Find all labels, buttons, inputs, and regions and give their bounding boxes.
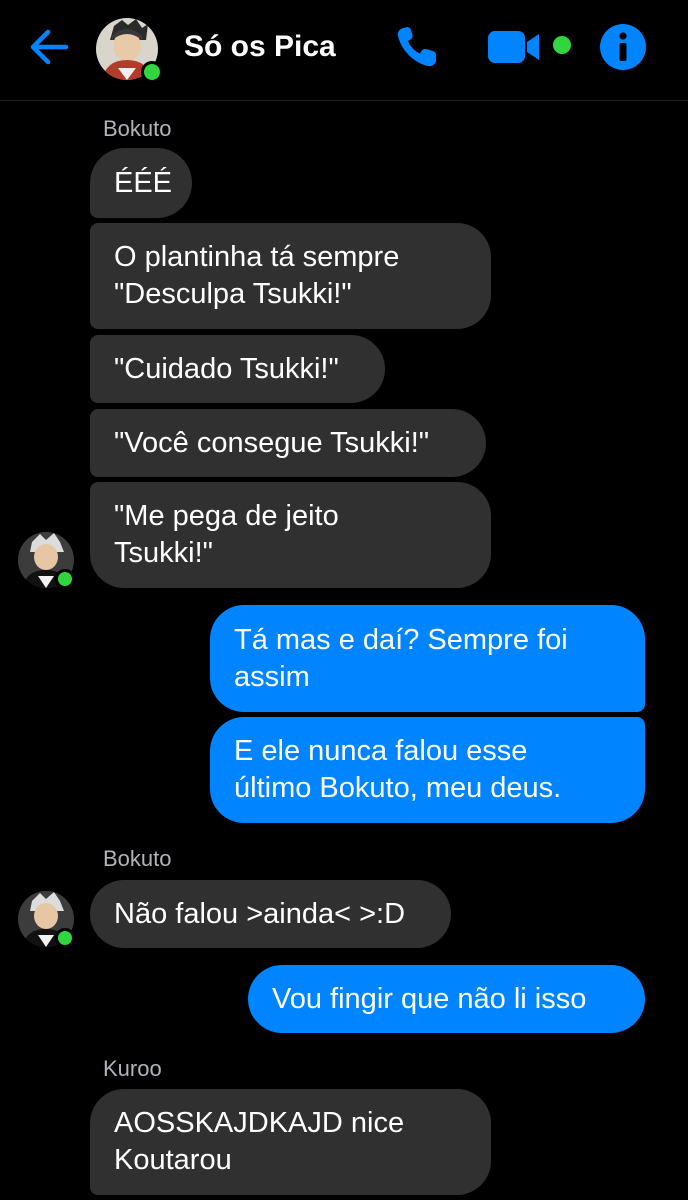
sender-avatar[interactable]: [18, 891, 75, 948]
sender-name: Kuroo: [103, 1056, 162, 1081]
online-status-dot: [141, 61, 163, 83]
message-bubble[interactable]: O plantinha tá sempre "Desculpa Tsukki!": [90, 223, 491, 329]
info-icon[interactable]: [597, 21, 649, 73]
message-bubble[interactable]: ÉÉÉ: [90, 148, 192, 218]
sender-name: Bokuto: [103, 116, 172, 141]
message-bubble[interactable]: "Me pega de jeito Tsukki!": [90, 482, 491, 588]
group-avatar[interactable]: [96, 18, 163, 83]
video-online-dot: [553, 36, 571, 54]
online-status-dot: [55, 928, 75, 948]
sender-avatar[interactable]: [18, 532, 75, 589]
message-bubble[interactable]: Não falou >ainda< >:D: [90, 880, 451, 948]
sender-name: Bokuto: [103, 846, 172, 871]
message-bubble[interactable]: Vou fingir que não li isso: [248, 965, 645, 1033]
online-status-dot: [55, 569, 75, 589]
message-bubble[interactable]: "Você consegue Tsukki!": [90, 409, 486, 477]
back-arrow-icon[interactable]: [24, 22, 74, 72]
message-bubble[interactable]: Tá mas e daí? Sempre foi assim: [210, 605, 645, 712]
message-bubble[interactable]: AOSSKAJDKAJD nice Koutarou: [90, 1089, 491, 1195]
chat-header: Só os Pica: [0, 0, 688, 101]
chat-title[interactable]: Só os Pica: [184, 30, 336, 64]
message-bubble[interactable]: E ele nunca falou esse último Bokuto, me…: [210, 717, 645, 823]
message-bubble[interactable]: "Cuidado Tsukki!": [90, 335, 385, 403]
phone-icon[interactable]: [394, 24, 440, 70]
